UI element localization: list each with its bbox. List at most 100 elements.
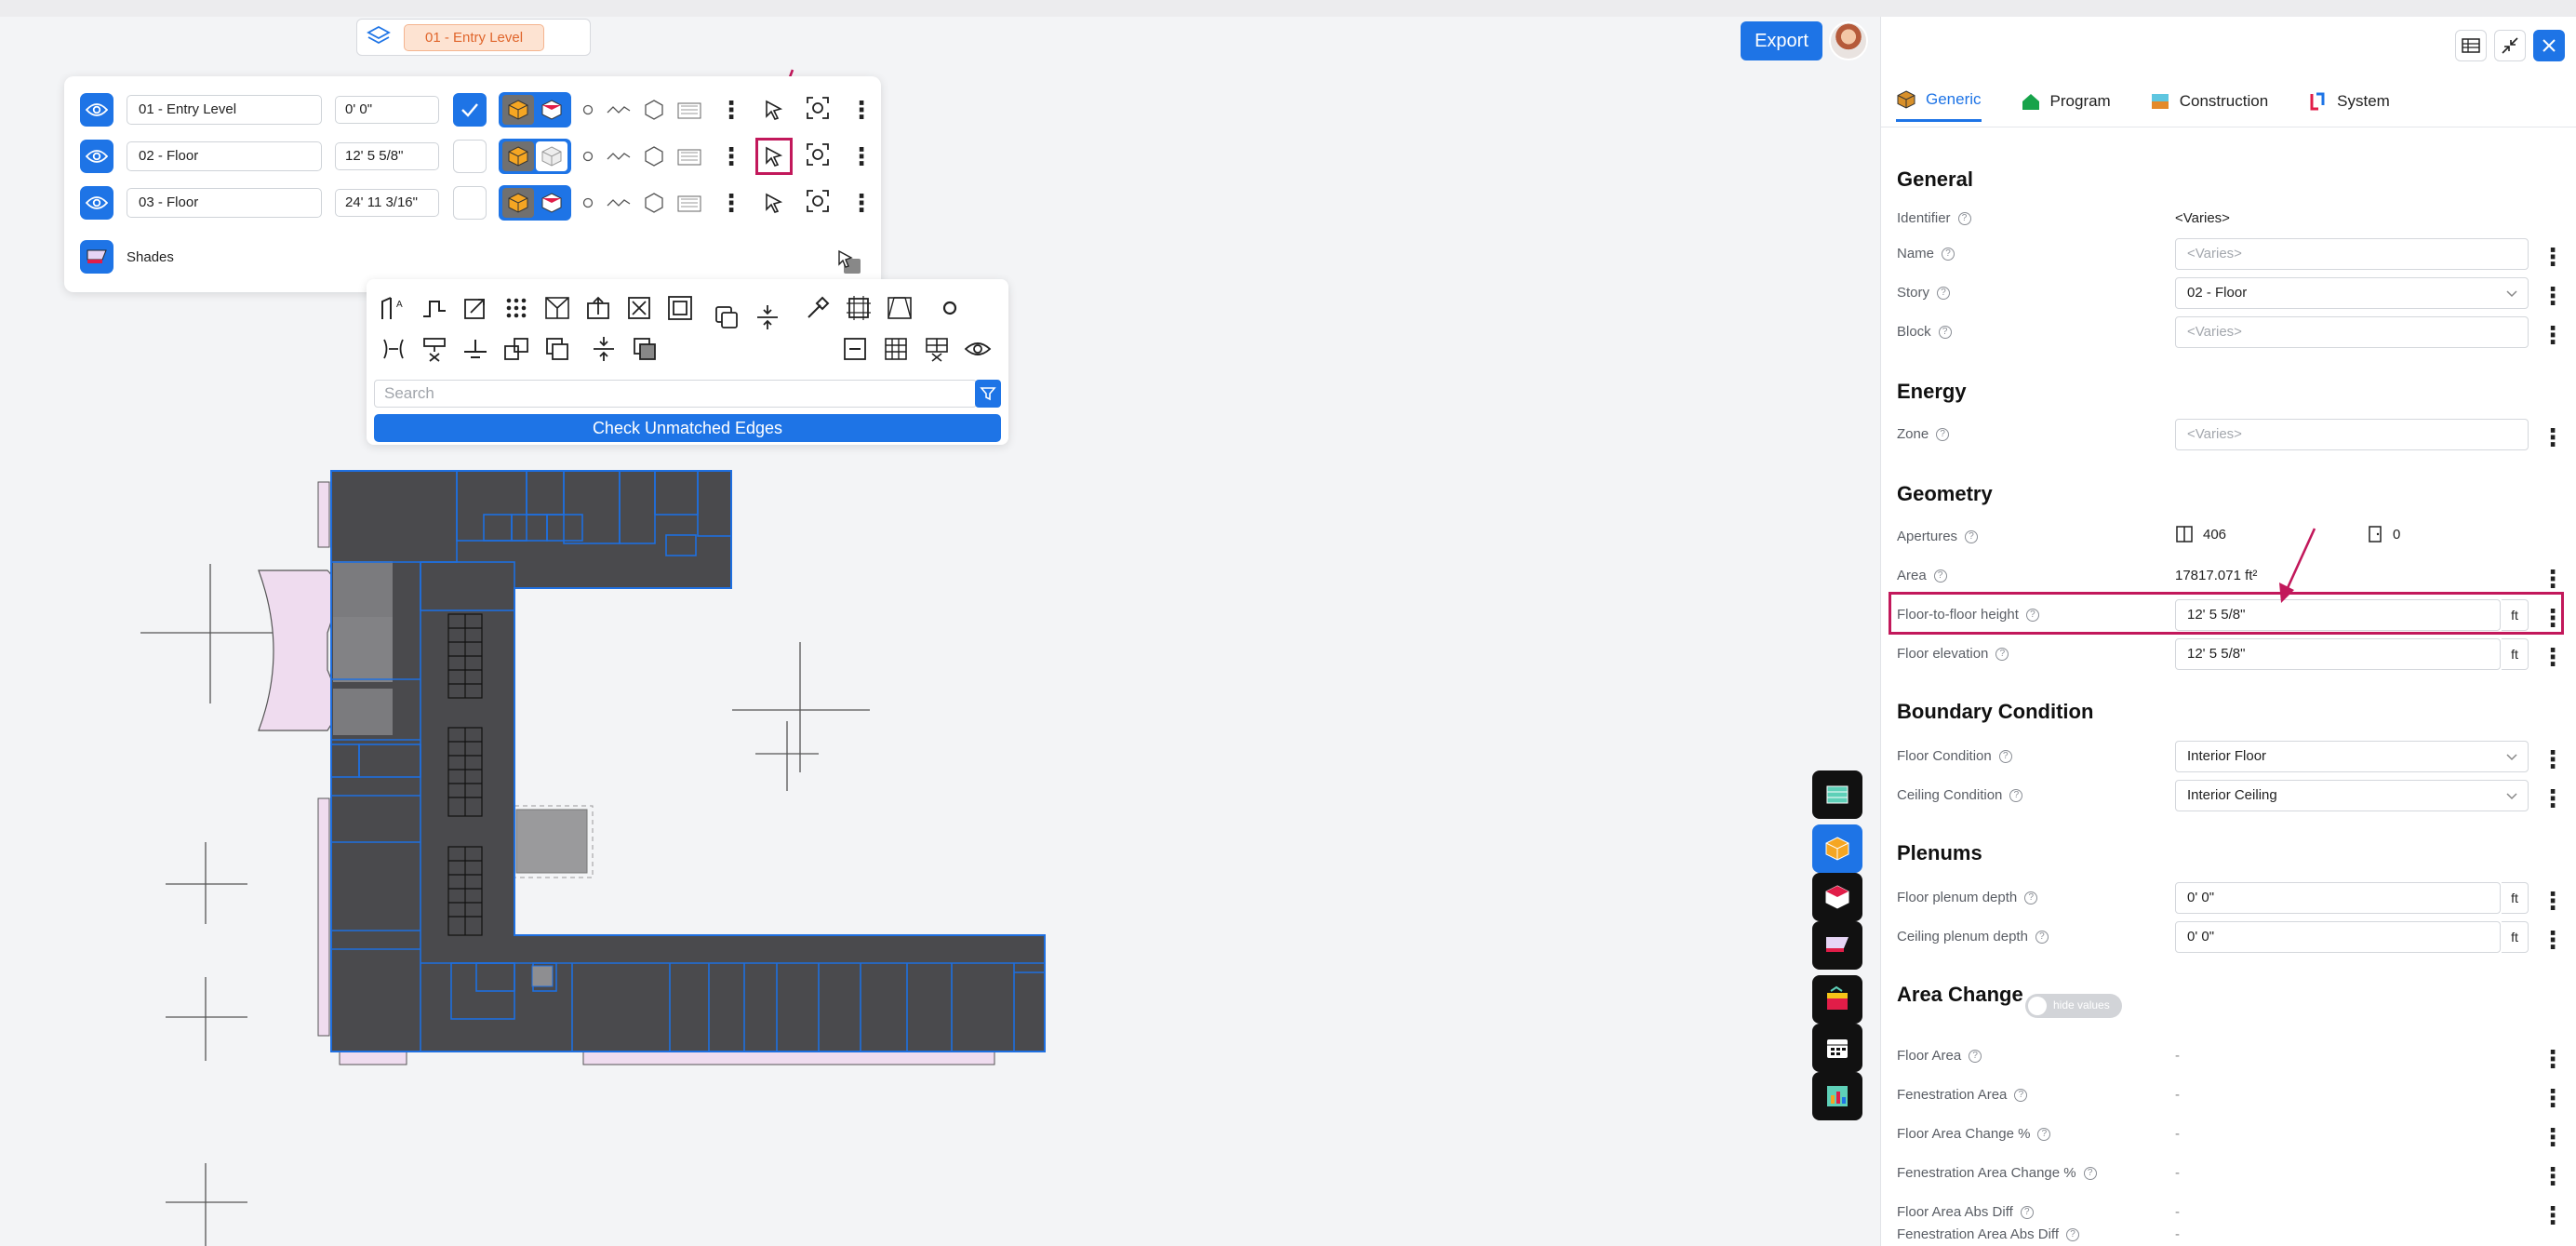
level-menu-icon[interactable]: ⋮ [719, 144, 743, 168]
floor-area-abs-diff-menu-icon[interactable]: ⋮ [2541, 1203, 2565, 1227]
cube-outline-icon[interactable] [536, 141, 567, 171]
tab-program[interactable]: Program [2021, 89, 2111, 122]
level-name-input[interactable]: 01 - Entry Level [127, 95, 322, 125]
cube-red-icon[interactable] [536, 95, 567, 125]
copy-icon[interactable] [711, 301, 742, 333]
floor-elevation-menu-icon[interactable]: ⋮ [2541, 645, 2565, 669]
cube-toggle-group[interactable] [499, 92, 571, 127]
split-vertical-icon[interactable] [752, 301, 783, 333]
perspective-tool-icon[interactable] [884, 292, 915, 324]
ceiling-plenum-menu-icon[interactable]: ⋮ [2541, 928, 2565, 952]
eye-icon[interactable] [80, 140, 113, 173]
floor-to-floor-input[interactable]: 12' 5 5/8" [2175, 599, 2501, 631]
repair-tool-icon[interactable] [802, 292, 834, 324]
eye-icon[interactable] [80, 93, 113, 127]
focus-icon[interactable] [806, 96, 830, 125]
circle-point-icon[interactable] [934, 292, 966, 324]
eye-outline-icon[interactable] [962, 333, 994, 365]
avatar[interactable] [1829, 21, 1868, 60]
level-checkbox[interactable] [453, 186, 487, 220]
level-name-input[interactable]: 02 - Floor [127, 141, 322, 171]
story-menu-icon[interactable]: ⋮ [2541, 284, 2565, 308]
schedule-view-icon[interactable] [1812, 1024, 1862, 1072]
fenestration-area-change-menu-icon[interactable]: ⋮ [2541, 1164, 2565, 1188]
level-more-icon[interactable]: ⋮ [849, 98, 874, 122]
select-pointer-icon[interactable] [755, 91, 793, 128]
focus-icon[interactable] [806, 142, 830, 171]
tab-system[interactable]: System [2307, 89, 2390, 122]
layer-copy-icon[interactable] [629, 333, 661, 365]
table-grid-icon[interactable] [880, 333, 912, 365]
block-menu-icon[interactable]: ⋮ [2541, 323, 2565, 347]
cube-icon[interactable] [502, 188, 534, 218]
level-name-input[interactable]: 03 - Floor [127, 188, 322, 218]
delete-grid-icon[interactable] [921, 333, 953, 365]
report-view-icon[interactable] [1812, 1072, 1862, 1120]
tab-construction[interactable]: Construction [2150, 89, 2268, 122]
floor-plenum-menu-icon[interactable]: ⋮ [2541, 889, 2565, 913]
roof-tool-icon[interactable] [541, 292, 573, 324]
select-pointer-icon[interactable] [755, 184, 793, 221]
frame-tool-icon[interactable] [843, 292, 874, 324]
step-tool-icon[interactable] [419, 292, 450, 324]
level-row[interactable]: 02 - Floor 12' 5 5/8" ⋮ ⋮ [80, 138, 874, 175]
export-button[interactable]: Export [1741, 21, 1822, 60]
level-checkbox[interactable] [453, 140, 487, 173]
floor-area-change-menu-icon[interactable]: ⋮ [2541, 1125, 2565, 1149]
tool-search-input[interactable]: Search [374, 380, 977, 408]
shades-row[interactable]: Shades [80, 240, 174, 274]
eye-icon[interactable] [80, 186, 113, 220]
floor-elevation-input[interactable]: 12' 5 5/8" [2175, 638, 2501, 670]
select-pointer-icon[interactable] [755, 138, 793, 175]
level-checkbox[interactable] [453, 93, 487, 127]
floor-to-floor-menu-icon[interactable]: ⋮ [2541, 606, 2565, 630]
level-elevation-input[interactable]: 12' 5 5/8" [335, 142, 439, 170]
cube-red-icon[interactable] [536, 188, 567, 218]
level-menu-icon[interactable]: ⋮ [719, 191, 743, 215]
split-horizontal-icon[interactable] [460, 333, 491, 365]
shade-view-icon[interactable] [1812, 921, 1862, 970]
ceiling-condition-select[interactable]: Interior Ceiling [2175, 780, 2529, 811]
name-menu-icon[interactable]: ⋮ [2541, 245, 2565, 269]
auto-wall-tool-icon[interactable]: A [378, 292, 409, 324]
inset-tool-icon[interactable] [664, 292, 696, 324]
analysis-view-icon[interactable] [1812, 975, 1862, 1024]
floor-condition-menu-icon[interactable]: ⋮ [2541, 747, 2565, 771]
collapse-box-icon[interactable] [839, 333, 871, 365]
name-input[interactable]: <Varies> [2175, 238, 2529, 270]
delete-room-icon[interactable] [623, 292, 655, 324]
floor-plenum-input[interactable]: 0' 0" [2175, 882, 2501, 914]
active-level-badge[interactable]: 01 - Entry Level [356, 19, 591, 56]
collapse-icon[interactable] [2494, 30, 2526, 61]
cube-view-icon[interactable] [1812, 824, 1862, 873]
area-menu-icon[interactable]: ⋮ [2541, 567, 2565, 591]
floor-area-menu-icon[interactable]: ⋮ [2541, 1047, 2565, 1071]
hide-values-toggle[interactable]: hide values [2025, 994, 2122, 1018]
level-row[interactable]: 03 - Floor 24' 11 3/16" ⋮ ⋮ [80, 184, 874, 221]
ceiling-condition-menu-icon[interactable]: ⋮ [2541, 786, 2565, 811]
ceiling-plenum-input[interactable]: 0' 0" [2175, 921, 2501, 953]
transfer-tool-icon[interactable] [501, 333, 532, 365]
zone-input[interactable]: <Varies> [2175, 419, 2529, 450]
floor-condition-select[interactable]: Interior Floor [2175, 741, 2529, 772]
offset-tool-icon[interactable] [460, 292, 491, 324]
story-select[interactable]: 02 - Floor [2175, 277, 2529, 309]
fenestration-area-menu-icon[interactable]: ⋮ [2541, 1086, 2565, 1110]
grid-dots-icon[interactable] [501, 292, 532, 324]
cube-red-view-icon[interactable] [1812, 873, 1862, 921]
duplicate-icon[interactable] [541, 333, 573, 365]
merge-tool-icon[interactable] [378, 333, 409, 365]
filter-icon[interactable] [975, 380, 1001, 408]
check-unmatched-edges-button[interactable]: Check Unmatched Edges [374, 414, 1001, 442]
block-input[interactable]: <Varies> [2175, 316, 2529, 348]
level-elevation-input[interactable]: 24' 11 3/16" [335, 189, 439, 217]
focus-icon[interactable] [806, 189, 830, 218]
align-vertical-icon[interactable] [588, 333, 620, 365]
level-elevation-input[interactable]: 0' 0" [335, 96, 439, 124]
cube-icon[interactable] [502, 141, 534, 171]
cube-toggle-group[interactable] [499, 185, 571, 221]
level-more-icon[interactable]: ⋮ [849, 144, 874, 168]
zone-menu-icon[interactable]: ⋮ [2541, 425, 2565, 449]
cube-toggle-group[interactable] [499, 139, 571, 174]
shade-select-icon[interactable] [836, 249, 862, 280]
